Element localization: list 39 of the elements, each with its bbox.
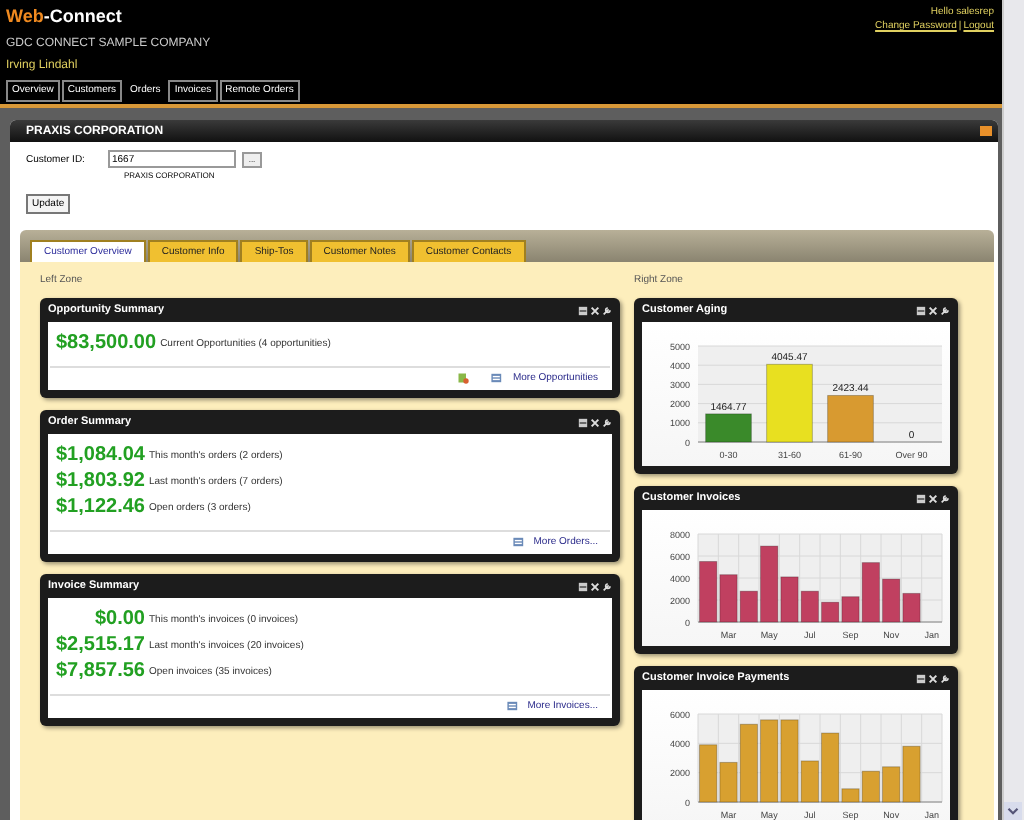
list-icon[interactable] [490,372,505,384]
amount: $1,803.92 [56,470,145,492]
minimize-icon[interactable] [578,581,588,591]
bar [699,744,718,803]
minimize-icon[interactable] [916,673,926,683]
logo: Web-Connect [6,6,124,28]
bar [705,413,752,443]
scrollbar[interactable] [1002,0,1024,820]
close-icon[interactable] [590,581,600,591]
close-icon[interactable] [928,673,938,683]
amount: $83,500.00 [56,332,157,354]
bar [699,561,718,623]
scroll-down-icon[interactable] [1004,802,1023,820]
wrench-icon[interactable] [602,581,612,591]
minimize-icon[interactable] [916,305,926,315]
wrench-icon[interactable] [940,493,950,503]
amount: $1,084.04 [56,444,145,466]
close-icon[interactable] [590,305,600,315]
list-icon[interactable] [505,700,520,712]
list-icon[interactable] [511,536,526,548]
bar [760,719,779,803]
wrench-icon[interactable] [602,417,612,427]
bar [766,363,813,443]
minimize-icon[interactable] [578,417,588,427]
wrench-icon[interactable] [940,673,950,683]
panel-icon[interactable] [980,126,993,136]
export-icon[interactable] [456,372,471,384]
amount: $0.00 [92,608,145,630]
amount: $7,857.56 [56,660,145,682]
wrench-icon[interactable] [940,305,950,315]
bar [827,394,874,443]
close-icon[interactable] [928,305,938,315]
amount: $1,122.46 [56,496,145,518]
close-icon[interactable] [590,417,600,427]
minimize-icon[interactable] [916,493,926,503]
minimize-icon[interactable] [578,305,588,315]
wrench-icon[interactable] [602,305,612,315]
close-icon[interactable] [928,493,938,503]
amount: $2,515.17 [56,634,145,656]
